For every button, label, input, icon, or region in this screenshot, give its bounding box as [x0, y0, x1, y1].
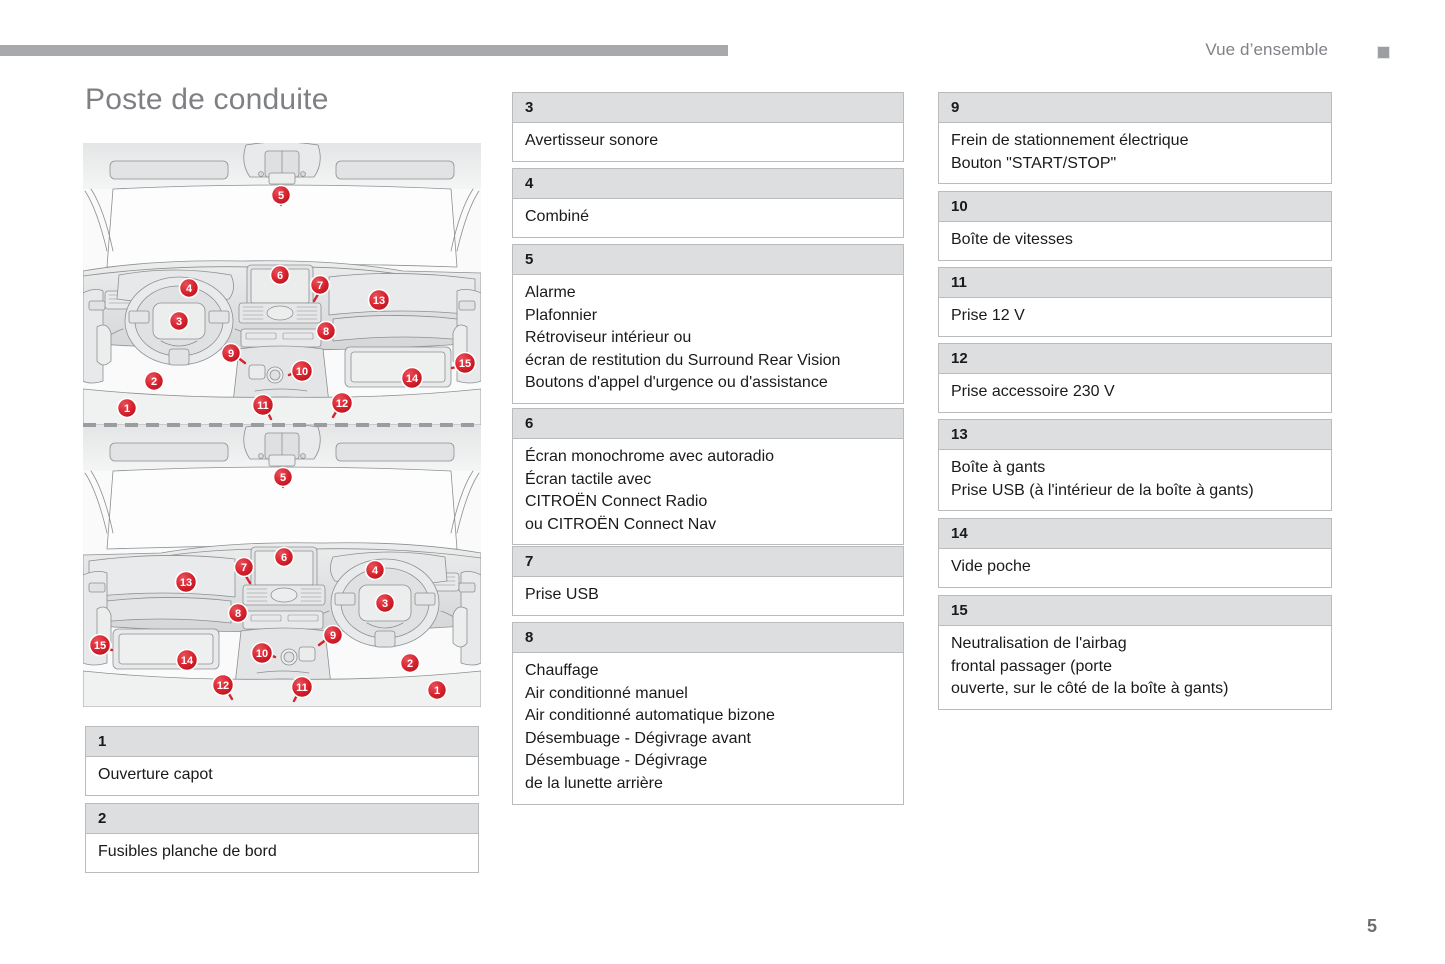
item-table-4: 4 Combiné	[512, 168, 904, 238]
svg-text:12: 12	[336, 398, 348, 410]
item-number: 2	[86, 804, 478, 834]
item-description: Combiné	[513, 199, 903, 237]
svg-text:4: 4	[372, 565, 379, 577]
svg-text:14: 14	[406, 373, 419, 385]
item-table-5: 5 Alarme Plafonnier Rétroviseur intérieu…	[512, 244, 904, 404]
item-number: 14	[939, 519, 1331, 549]
item-number: 13	[939, 420, 1331, 450]
item-number: 12	[939, 344, 1331, 374]
item-description: Boîte de vitesses	[939, 222, 1331, 260]
item-table-3: 3 Avertisseur sonore	[512, 92, 904, 162]
svg-text:5: 5	[280, 472, 286, 484]
header-rule	[0, 45, 728, 56]
svg-text:6: 6	[281, 552, 287, 564]
item-description: Écran monochrome avec autoradio Écran ta…	[513, 439, 903, 545]
svg-text:10: 10	[296, 366, 308, 378]
dashboard-illustration-lhd: 1 2 3 4 5 6 7 8 9 10 11 12 13 14 15	[83, 143, 481, 425]
item-table-10: 10 Boîte de vitesses	[938, 191, 1332, 261]
page-title: Poste de conduite	[85, 83, 329, 116]
item-number: 4	[513, 169, 903, 199]
item-description: Prise USB	[513, 577, 903, 615]
item-description: Alarme Plafonnier Rétroviseur intérieur …	[513, 275, 903, 403]
item-description: Ouverture capot	[86, 757, 478, 795]
svg-text:1: 1	[434, 685, 440, 697]
svg-text:1: 1	[124, 403, 130, 415]
square-marker-icon	[1377, 46, 1390, 59]
item-number: 15	[939, 596, 1331, 626]
item-description: Vide poche	[939, 549, 1331, 587]
item-description: Prise accessoire 230 V	[939, 374, 1331, 412]
item-number: 7	[513, 547, 903, 577]
svg-text:6: 6	[277, 270, 283, 282]
item-number: 6	[513, 409, 903, 439]
item-table-13: 13 Boîte à gants Prise USB (à l'intérieu…	[938, 419, 1332, 512]
svg-text:4: 4	[186, 283, 193, 295]
item-table-14: 14 Vide poche	[938, 518, 1332, 588]
svg-text:7: 7	[317, 280, 323, 292]
svg-text:14: 14	[181, 655, 194, 667]
item-description: Avertisseur sonore	[513, 123, 903, 161]
svg-text:10: 10	[256, 648, 268, 660]
item-number: 8	[513, 623, 903, 653]
page-number: 5	[1367, 916, 1378, 936]
illustration-divider	[83, 423, 481, 427]
svg-text:15: 15	[459, 358, 471, 370]
svg-text:15: 15	[94, 640, 106, 652]
svg-text:9: 9	[228, 348, 234, 360]
item-number: 3	[513, 93, 903, 123]
item-table-15: 15 Neutralisation de l'airbag frontal pa…	[938, 595, 1332, 710]
item-table-2: 2 Fusibles planche de bord	[85, 803, 479, 873]
svg-text:11: 11	[257, 400, 269, 412]
item-table-11: 11 Prise 12 V	[938, 267, 1332, 337]
svg-text:2: 2	[151, 376, 157, 388]
item-description: Boîte à gants Prise USB (à l'intérieur d…	[939, 450, 1331, 511]
item-number: 11	[939, 268, 1331, 298]
item-table-1: 1 Ouverture capot	[85, 726, 479, 796]
item-number: 1	[86, 727, 478, 757]
item-description: Prise 12 V	[939, 298, 1331, 336]
svg-text:3: 3	[382, 598, 388, 610]
svg-text:2: 2	[407, 658, 413, 670]
section-title: Vue d’ensemble	[1205, 40, 1328, 59]
dashboard-illustration-rhd: 1 2 3 4 5 6 7 8 9 10 11 12 13 14 15	[83, 425, 481, 707]
item-description: Chauffage Air conditionné manuel Air con…	[513, 653, 903, 804]
item-description: Frein de stationnement électrique Bouton…	[939, 123, 1331, 184]
svg-text:13: 13	[180, 577, 192, 589]
item-description: Fusibles planche de bord	[86, 834, 478, 872]
svg-text:8: 8	[323, 326, 329, 338]
svg-text:13: 13	[373, 295, 385, 307]
item-table-8: 8 Chauffage Air conditionné manuel Air c…	[512, 622, 904, 805]
item-number: 5	[513, 245, 903, 275]
item-table-12: 12 Prise accessoire 230 V	[938, 343, 1332, 413]
svg-text:9: 9	[330, 630, 336, 642]
svg-text:12: 12	[217, 680, 229, 692]
item-table-6: 6 Écran monochrome avec autoradio Écran …	[512, 408, 904, 546]
svg-text:7: 7	[241, 562, 247, 574]
item-number: 9	[939, 93, 1331, 123]
svg-text:8: 8	[235, 608, 241, 620]
illustration-group: 1 2 3 4 5 6 7 8 9 10 11 12 13 14 15 1 2 …	[83, 143, 481, 707]
item-number: 10	[939, 192, 1331, 222]
svg-text:11: 11	[296, 682, 308, 694]
item-description: Neutralisation de l'airbag frontal passa…	[939, 626, 1331, 709]
item-table-9: 9 Frein de stationnement électrique Bout…	[938, 92, 1332, 185]
item-table-7: 7 Prise USB	[512, 546, 904, 616]
svg-text:5: 5	[278, 190, 284, 202]
svg-text:3: 3	[176, 316, 182, 328]
